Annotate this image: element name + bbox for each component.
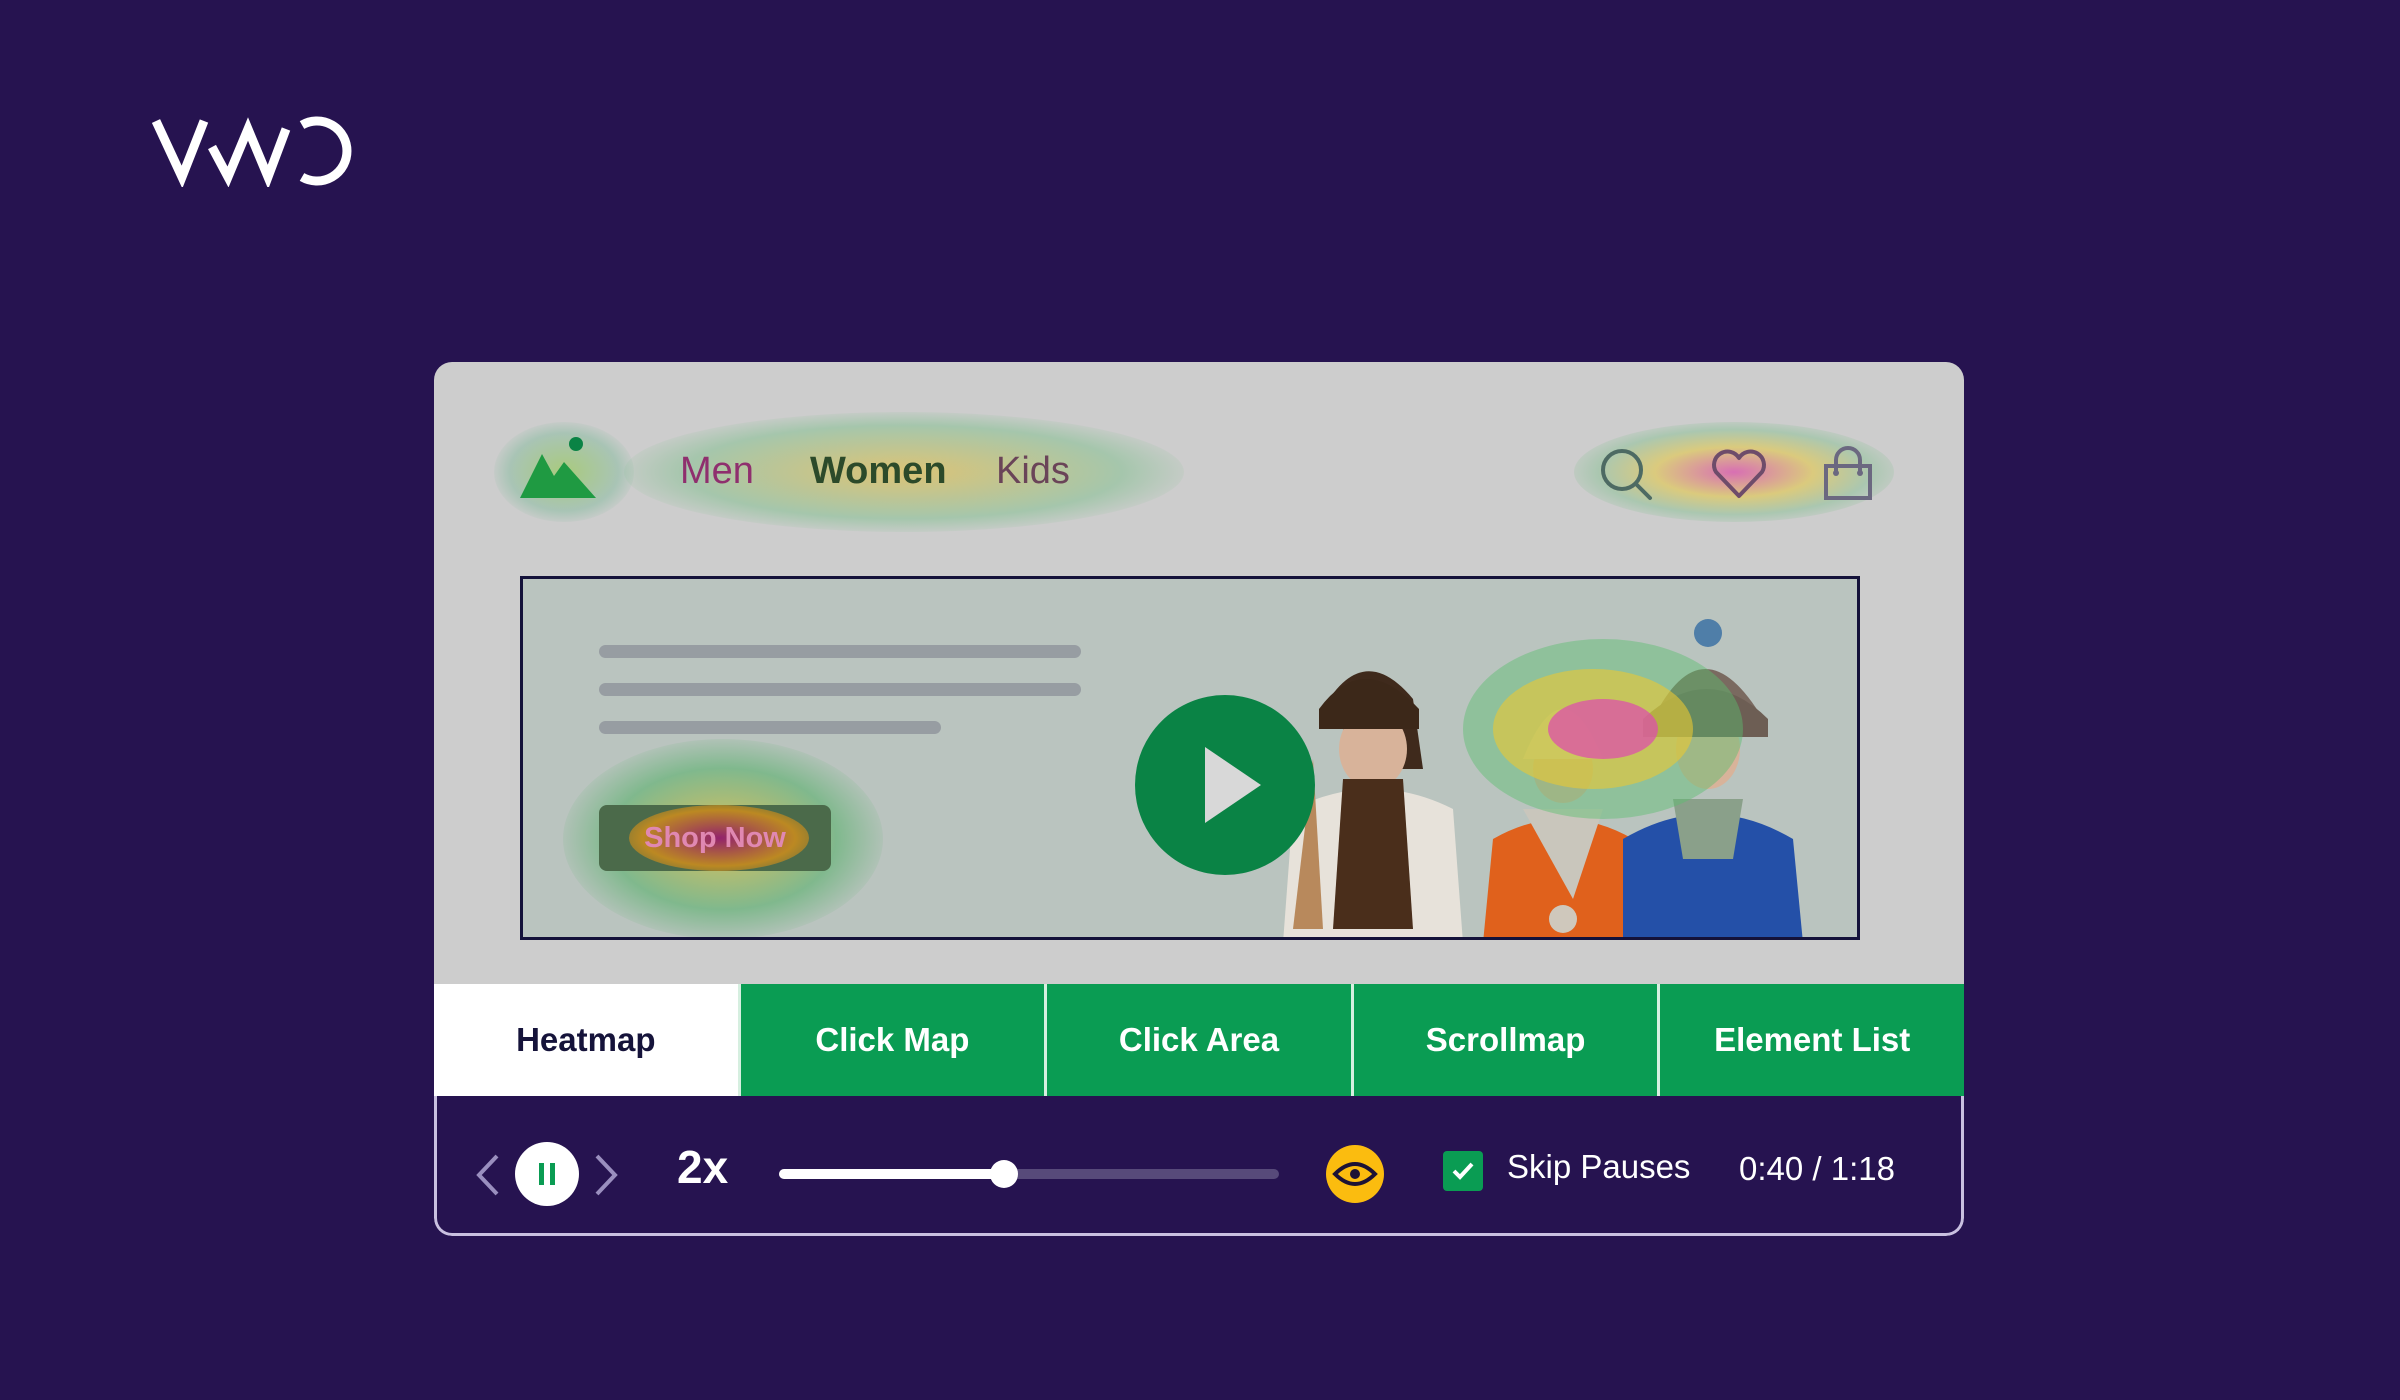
vwo-logo: [152, 116, 352, 187]
shopping-bag-icon[interactable]: [1820, 446, 1878, 504]
tab-scrollmap[interactable]: Scrollmap: [1350, 984, 1658, 1096]
shop-now-button[interactable]: Shop Now: [599, 805, 831, 871]
pause-button[interactable]: [515, 1142, 579, 1206]
nav-link-kids[interactable]: Kids: [996, 450, 1070, 493]
tab-heatmap[interactable]: Heatmap: [434, 984, 738, 1096]
skip-pauses-label: Skip Pauses: [1507, 1148, 1691, 1185]
text-placeholder-line: [599, 645, 1081, 658]
text-placeholder-line: [599, 683, 1081, 696]
progress-thumb[interactable]: [990, 1160, 1018, 1188]
previous-chevron-icon[interactable]: [473, 1152, 503, 1198]
heatmap-preview-window: Men Women Kids Shop Now Heatmap Click Ma…: [434, 362, 1964, 1236]
nav-link-women[interactable]: Women: [810, 450, 947, 493]
shop-now-label: Shop Now: [644, 821, 786, 854]
heatmap-mode-tabs: Heatmap Click Map Click Area Scrollmap E…: [434, 984, 1964, 1096]
play-icon: [1205, 747, 1261, 823]
player-controls: 2x Skip Pauses 0:40 / 1:18: [434, 1096, 1964, 1236]
playback-time: 0:40 / 1:18: [1739, 1150, 1895, 1187]
tab-click-area[interactable]: Click Area: [1044, 984, 1351, 1096]
tab-element-list[interactable]: Element List: [1657, 984, 1964, 1096]
hero-banner: Shop Now: [520, 576, 1860, 940]
progress-fill: [779, 1169, 1004, 1179]
pause-icon: [539, 1163, 555, 1185]
playback-speed[interactable]: 2x: [677, 1140, 728, 1194]
website-preview: Men Women Kids Shop Now: [434, 362, 1964, 984]
eye-icon[interactable]: [1325, 1144, 1385, 1204]
skip-pauses-checkbox[interactable]: [1443, 1151, 1483, 1191]
text-placeholder-line: [599, 721, 941, 734]
playback-progress-slider[interactable]: [779, 1160, 1279, 1188]
heart-icon[interactable]: [1710, 446, 1768, 504]
tab-click-map[interactable]: Click Map: [737, 984, 1045, 1096]
search-icon[interactable]: [1598, 446, 1656, 504]
next-chevron-icon[interactable]: [591, 1152, 621, 1198]
checkmark-icon: [1452, 1162, 1474, 1180]
nav-link-men[interactable]: Men: [680, 450, 754, 493]
play-video-button[interactable]: [1135, 695, 1315, 875]
site-logo-icon: [520, 437, 596, 498]
